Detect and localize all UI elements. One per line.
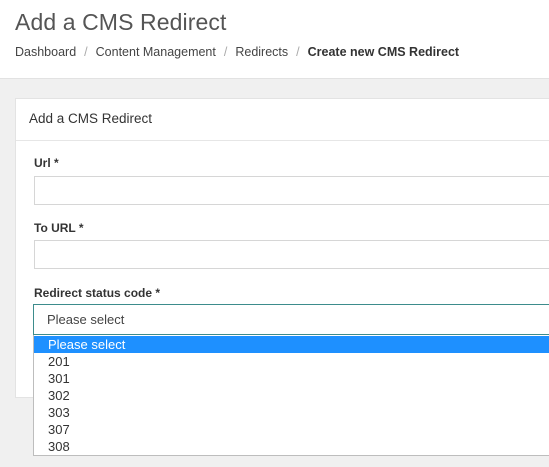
option-302[interactable]: 302 [34, 387, 549, 404]
option-301[interactable]: 301 [34, 370, 549, 387]
breadcrumb-separator: / [84, 45, 88, 59]
breadcrumb-content-management[interactable]: Content Management [96, 45, 216, 59]
url-label: Url * [34, 156, 59, 170]
breadcrumb-dashboard[interactable]: Dashboard [15, 45, 76, 59]
option-308[interactable]: 308 [34, 438, 549, 455]
breadcrumb: Dashboard / Content Management / Redirec… [15, 45, 459, 59]
option-please-select[interactable]: Please select [34, 336, 549, 353]
status-code-select[interactable]: Please select [33, 304, 549, 335]
card-title: Add a CMS Redirect [29, 111, 153, 126]
card-header: Add a CMS Redirect [16, 99, 549, 141]
breadcrumb-redirects[interactable]: Redirects [235, 45, 288, 59]
page-header: Add a CMS Redirect Dashboard / Content M… [0, 0, 549, 79]
breadcrumb-separator: / [296, 45, 300, 59]
breadcrumb-current: Create new CMS Redirect [307, 45, 460, 59]
url-input[interactable] [34, 176, 549, 205]
page-title: Add a CMS Redirect [15, 9, 227, 35]
to-url-input[interactable] [34, 240, 549, 269]
option-307[interactable]: 307 [34, 421, 549, 438]
option-201[interactable]: 201 [34, 353, 549, 370]
breadcrumb-separator: / [223, 45, 228, 59]
to-url-label: To URL * [34, 221, 84, 235]
status-code-label: Redirect status code * [34, 286, 161, 300]
option-303[interactable]: 303 [34, 404, 549, 421]
status-code-dropdown: Please select 201 301 302 303 307 308 [33, 335, 549, 456]
status-code-selected-value: Please select [47, 312, 125, 327]
